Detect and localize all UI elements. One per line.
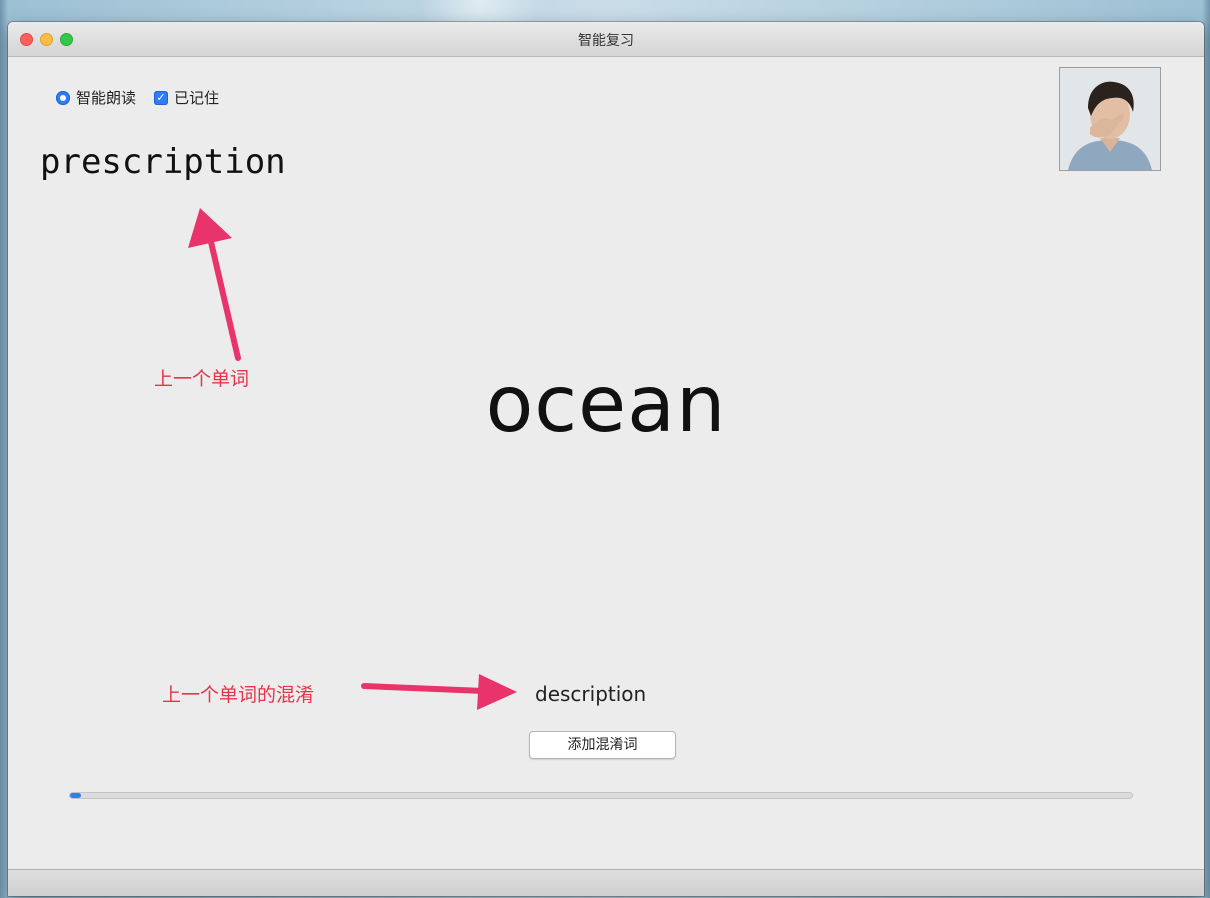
arrow-to-confusable (361, 683, 487, 694)
progress-fill (70, 793, 81, 798)
arrow-head-confusable (477, 674, 517, 710)
confusable-word: description (535, 682, 647, 706)
window-bottom-bar (8, 869, 1204, 896)
app-window: 智能复习 智能朗读 ✓ 已记住 prescription ocean 上一个单词… (8, 22, 1204, 896)
progress-bar (69, 792, 1133, 799)
annotation-arrows (188, 208, 517, 710)
arrow-head-previous (188, 208, 232, 248)
arrow-to-previous-word (208, 239, 241, 361)
add-confusable-button[interactable]: 添加混淆词 (529, 731, 676, 759)
